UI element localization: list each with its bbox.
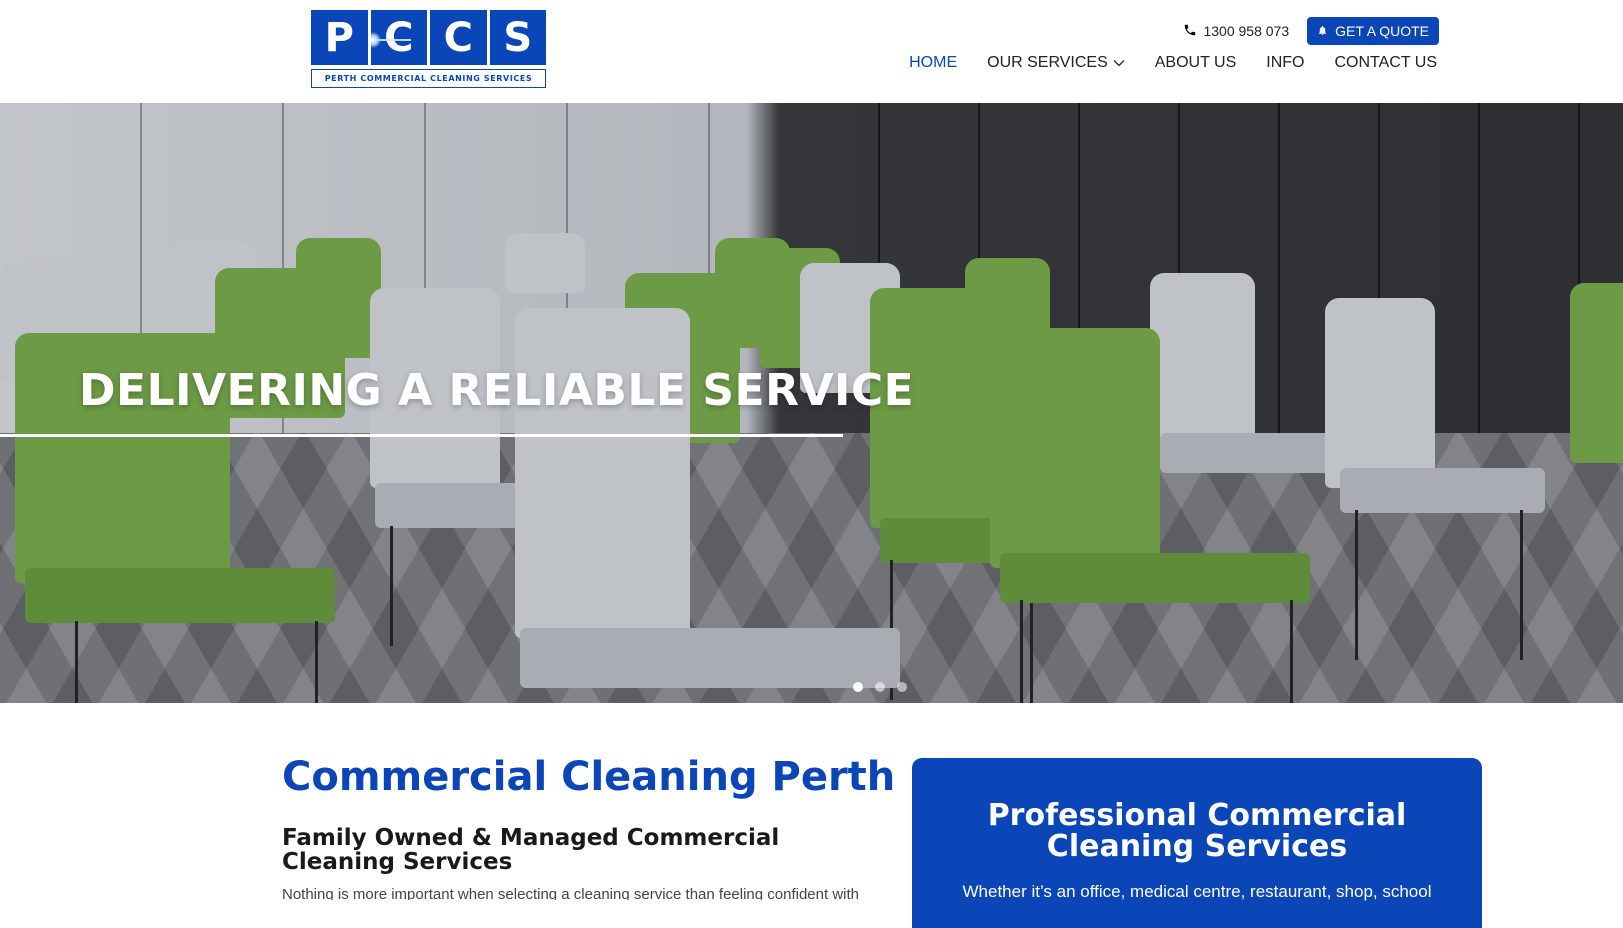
main-nav: HOME OUR SERVICES ABOUT US INFO CONTACT … (909, 52, 1437, 74)
slider-dot-2[interactable] (875, 682, 885, 692)
phone-number: 1300 958 073 (1203, 23, 1290, 39)
page-heading: Commercial Cleaning Perth (282, 754, 896, 800)
get-a-quote-button[interactable]: GET A QUOTE (1307, 17, 1439, 45)
logo-letter-p: P (311, 10, 368, 65)
nav-item-contact-us[interactable]: CONTACT US (1334, 54, 1437, 72)
hero-title-underline (0, 434, 843, 437)
site-header: P C C S PERTH COMMERCIAL CLEANING SERVIC… (0, 0, 1623, 103)
logo-letter-s: S (489, 10, 546, 65)
nav-item-about-us[interactable]: ABOUT US (1155, 54, 1237, 72)
bell-icon (1317, 23, 1328, 39)
get-a-quote-label: GET A QUOTE (1335, 23, 1429, 39)
intro-paragraph: Nothing is more important when selecting… (282, 886, 859, 900)
chevron-down-icon (1113, 54, 1125, 72)
phone-link[interactable]: 1300 958 073 (1183, 23, 1289, 40)
promo-text: Whether it’s an office, medical centre, … (962, 882, 1432, 901)
slider-dots (853, 682, 907, 692)
logo-letters: P C C S (311, 10, 546, 65)
site-logo[interactable]: P C C S PERTH COMMERCIAL CLEANING SERVIC… (311, 10, 546, 88)
phone-icon (1183, 23, 1197, 40)
hero-slider: DELIVERING A RELIABLE SERVICE (0, 103, 1623, 703)
logo-letter-c1: C (370, 10, 427, 65)
nav-item-our-services-label: OUR SERVICES (987, 54, 1108, 71)
nav-item-our-services[interactable]: OUR SERVICES (987, 54, 1125, 72)
nav-item-home[interactable]: HOME (909, 54, 957, 72)
intro-section: Commercial Cleaning Perth Family Owned &… (282, 752, 896, 900)
page-subheading: Family Owned & Managed Commercial Cleani… (282, 825, 780, 875)
promo-card: Professional Commercial Cleaning Service… (912, 758, 1482, 928)
slider-dot-3[interactable] (897, 682, 907, 692)
top-contact-bar: 1300 958 073 GET A QUOTE (1183, 17, 1439, 45)
nav-item-info[interactable]: INFO (1266, 54, 1304, 72)
logo-tagline: PERTH COMMERCIAL CLEANING SERVICES (311, 69, 546, 88)
hero-title: DELIVERING A RELIABLE SERVICE (79, 365, 915, 416)
promo-title: Professional Commercial Cleaning Service… (987, 798, 1407, 864)
slider-dot-1[interactable] (853, 682, 863, 692)
logo-letter-c2: C (430, 10, 487, 65)
